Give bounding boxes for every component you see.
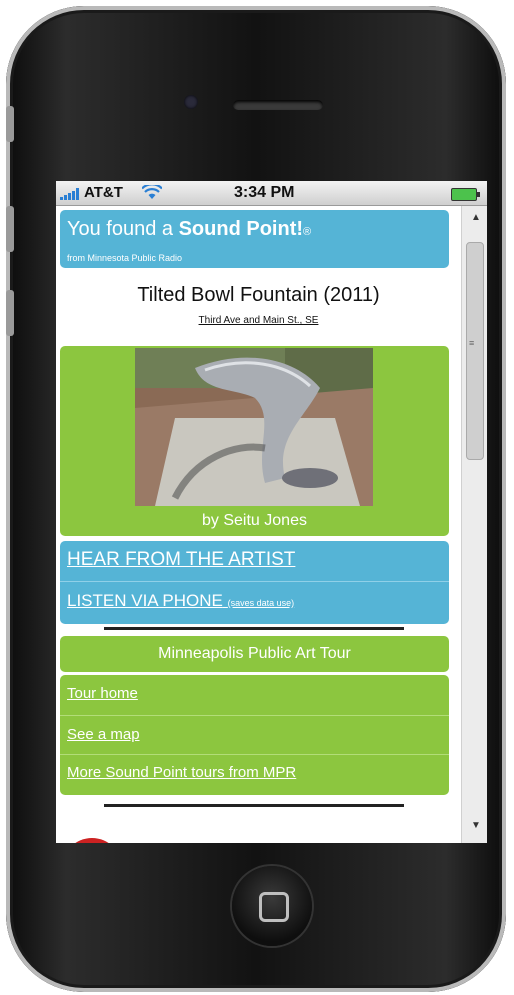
scroll-grip-icon: ≡	[469, 338, 475, 348]
divider-rule-bottom	[104, 804, 404, 807]
listen-via-phone-label: LISTEN VIA PHONE	[67, 591, 223, 610]
phone-screen: AT&T 3:34 PM You found a Sound Point!® f…	[56, 181, 487, 843]
tour-link-divider	[60, 715, 449, 716]
tour-title: Minneapolis Public Art Tour	[158, 645, 351, 662]
registered-mark: ®	[303, 226, 312, 238]
front-camera-icon	[184, 95, 198, 109]
home-square-icon	[259, 892, 289, 922]
carrier-label: AT&T	[84, 184, 123, 201]
status-bar: AT&T 3:34 PM	[56, 181, 487, 206]
audio-links-panel: HEAR FROM THE ARTIST LISTEN VIA PHONE (s…	[60, 541, 449, 624]
header-title: You found a Sound Point!®	[67, 218, 311, 241]
sound-point-header: You found a Sound Point!® from Minnesota…	[60, 210, 449, 268]
tour-links-panel: Tour home See a map More Sound Point tou…	[60, 675, 449, 795]
artist-credit: by Seitu Jones	[202, 512, 307, 529]
artwork-photo	[135, 348, 373, 506]
place-title: Tilted Bowl Fountain (2011)	[137, 284, 380, 306]
signal-bars-icon	[60, 188, 79, 200]
more-tours-link[interactable]: More Sound Point tours from MPR	[67, 764, 296, 781]
saves-data-note: (saves data use)	[227, 598, 295, 608]
mpr-logo-icon	[62, 838, 122, 843]
header-subtitle: from Minnesota Public Radio	[67, 253, 183, 263]
volume-down-button	[6, 290, 14, 336]
mute-switch	[6, 106, 14, 142]
tour-link-divider	[60, 754, 449, 755]
scroll-down-arrow-icon[interactable]: ▼	[471, 820, 481, 831]
scroll-up-arrow-icon[interactable]: ▲	[471, 212, 481, 223]
divider-rule-top	[104, 627, 404, 630]
tour-title-bar: Minneapolis Public Art Tour	[60, 636, 449, 672]
tour-home-link[interactable]: Tour home	[67, 685, 138, 702]
page-scrollbar[interactable]: ▲ ≡ ▼	[461, 206, 487, 843]
listen-via-phone-link[interactable]: LISTEN VIA PHONE (saves data use)	[67, 591, 294, 611]
header-title-bold: Sound Point!	[178, 218, 304, 240]
battery-icon	[451, 188, 480, 201]
volume-up-button	[6, 206, 14, 252]
artwork-panel: by Seitu Jones	[60, 346, 449, 536]
wifi-icon	[142, 185, 162, 199]
hear-from-artist-link[interactable]: HEAR FROM THE ARTIST	[67, 549, 295, 571]
audio-divider	[60, 581, 449, 582]
earpiece-speaker	[233, 100, 323, 110]
see-map-link[interactable]: See a map	[67, 726, 140, 743]
place-address-link[interactable]: Third Ave and Main St., SE	[56, 315, 461, 326]
header-title-prefix: You found a	[67, 218, 179, 240]
web-page: You found a Sound Point!® from Minnesota…	[56, 206, 461, 843]
scroll-thumb[interactable]	[466, 242, 484, 460]
clock-time: 3:34 PM	[234, 184, 295, 201]
